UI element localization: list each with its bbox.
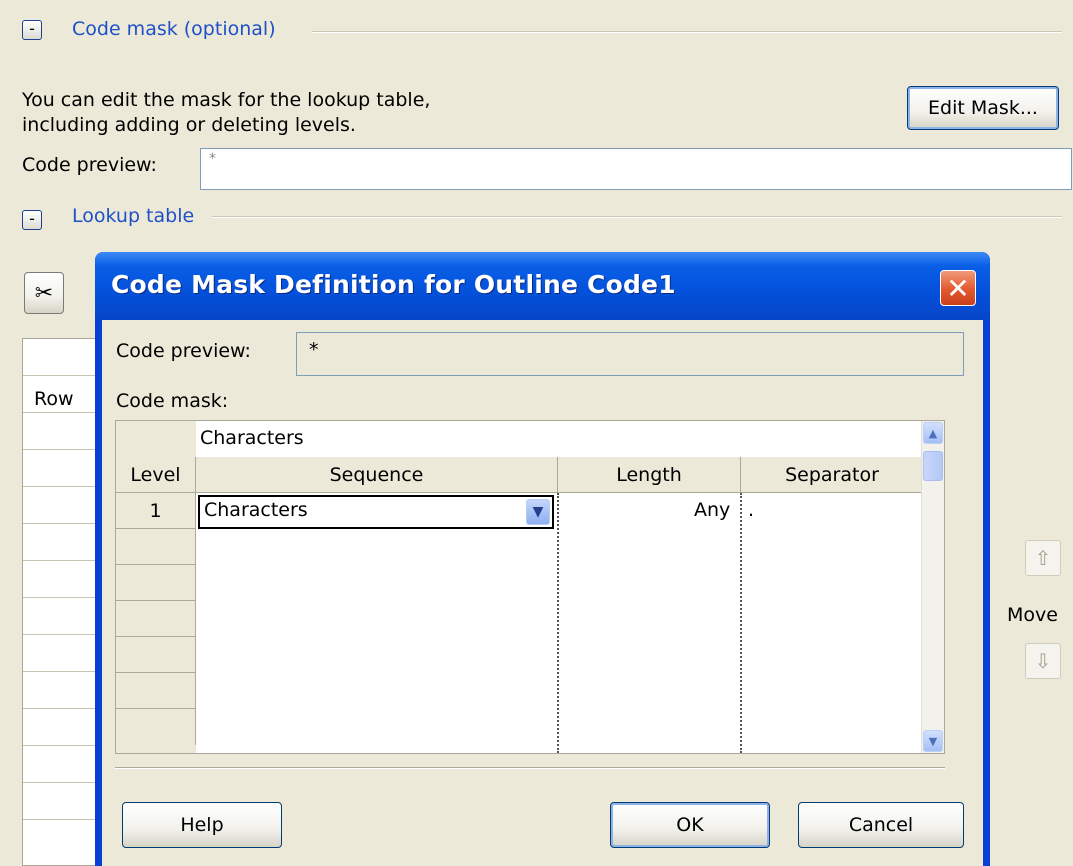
level-cell[interactable] (116, 529, 196, 565)
cancel-button[interactable]: Cancel (798, 802, 964, 848)
code-mask-dialog: Code Mask Definition for Outline Code1 ✕… (95, 252, 990, 866)
column-divider (557, 493, 559, 753)
collapse-lookup-table-button[interactable]: - (22, 210, 42, 230)
ok-button[interactable]: OK (610, 802, 770, 848)
description-line-1: You can edit the mask for the lookup tab… (22, 89, 431, 111)
column-header-length[interactable]: Length (558, 457, 741, 493)
level-cell[interactable] (116, 637, 196, 673)
lookup-table-section-title: Lookup table (72, 205, 195, 227)
level-cell[interactable] (116, 565, 196, 601)
chevron-down-icon[interactable]: ▼ (526, 499, 550, 525)
level-cell[interactable] (116, 709, 196, 745)
vertical-scrollbar[interactable]: ▲ ▼ (921, 421, 944, 753)
dialog-code-preview-label: Code preview: (116, 340, 251, 362)
scroll-up-icon[interactable]: ▲ (923, 422, 943, 444)
arrow-down-icon: ⇩ (1034, 649, 1052, 673)
section-divider (312, 31, 1062, 33)
level-cell[interactable] (116, 673, 196, 709)
row-column-header: Row (34, 388, 74, 410)
collapse-glyph: - (29, 209, 35, 228)
arrow-up-icon: ⇧ (1034, 546, 1052, 570)
move-down-button[interactable]: ⇩ (1025, 643, 1061, 679)
cut-button[interactable]: ✂ (24, 272, 64, 314)
move-up-button[interactable]: ⇧ (1025, 540, 1061, 576)
column-header-separator[interactable]: Separator (741, 457, 924, 493)
separator-value[interactable]: . (748, 499, 754, 521)
level-cell[interactable]: 1 (116, 493, 196, 529)
code-preview-field[interactable]: * (200, 148, 1072, 190)
grid-top-row: Characters (116, 421, 924, 458)
sequence-dropdown[interactable]: Characters ▼ (198, 495, 554, 529)
move-label: Move (1007, 604, 1058, 626)
scissors-icon: ✂ (34, 280, 54, 306)
length-value[interactable]: Any (694, 499, 730, 521)
lookup-grid (22, 338, 97, 866)
dialog-client-area: Code preview: * Code mask: Characters Le… (102, 320, 983, 866)
column-header-sequence[interactable]: Sequence (196, 457, 558, 493)
collapse-code-mask-button[interactable]: - (22, 20, 42, 40)
sequence-value: Characters (204, 499, 308, 521)
edit-mask-button[interactable]: Edit Mask... (907, 86, 1059, 130)
column-header-level[interactable]: Level (116, 457, 196, 493)
close-icon: ✕ (946, 271, 970, 305)
description-line-2: including adding or deleting levels. (22, 114, 356, 136)
help-button[interactable]: Help (122, 802, 282, 848)
close-button[interactable]: ✕ (940, 270, 976, 306)
grid-top-row-text: Characters (200, 427, 304, 449)
dialog-separator (115, 767, 945, 769)
collapse-glyph: - (29, 19, 35, 38)
dialog-code-preview-field: * (296, 332, 964, 376)
column-divider (740, 493, 742, 753)
scroll-thumb[interactable] (923, 451, 943, 481)
code-preview-label: Code preview: (22, 154, 157, 176)
scroll-down-icon[interactable]: ▼ (923, 730, 943, 752)
code-mask-label: Code mask: (116, 390, 229, 412)
section-divider (212, 216, 1062, 218)
dialog-titlebar[interactable]: Code Mask Definition for Outline Code1 ✕ (95, 252, 990, 320)
code-mask-section-title: Code mask (optional) (72, 18, 276, 40)
code-mask-grid[interactable]: Characters Level Sequence Length Separat… (115, 420, 945, 754)
level-cell[interactable] (116, 601, 196, 637)
dialog-title: Code Mask Definition for Outline Code1 (111, 270, 676, 299)
